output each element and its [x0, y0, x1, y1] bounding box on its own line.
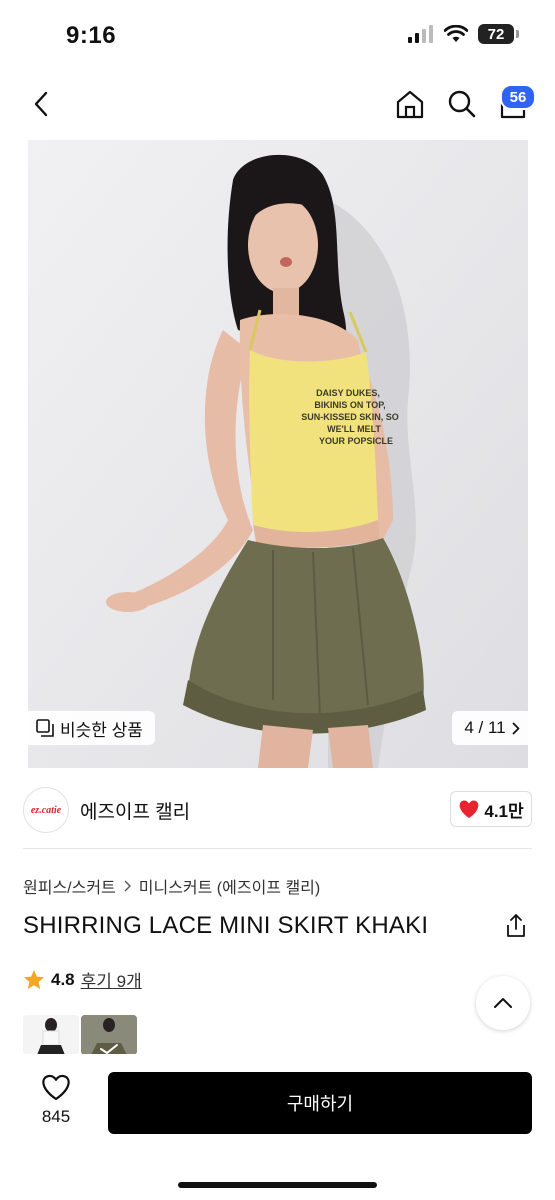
star-icon — [24, 969, 44, 989]
thumbnail-1[interactable] — [23, 1015, 79, 1055]
share-button[interactable] — [504, 913, 528, 944]
model-illustration: DAISY DUKES, BIKINIS ON TOP, SUN-KISSED … — [28, 140, 528, 768]
shirt-text-line-3: SUN-KISSED SKIN, SO — [301, 412, 399, 422]
shop-name[interactable]: 에즈이프 캘리 — [80, 797, 190, 824]
chevron-right-icon — [124, 880, 131, 892]
rating-row: 4.8 후기 9개 — [23, 967, 142, 992]
product-image[interactable]: DAISY DUKES, BIKINIS ON TOP, SUN-KISSED … — [28, 140, 528, 768]
buy-button[interactable]: 구매하기 — [108, 1072, 532, 1134]
shirt-text-line-4: WE'LL MELT — [327, 424, 381, 434]
heart-icon — [460, 800, 479, 818]
review-link[interactable]: 후기 9개 — [81, 967, 142, 992]
shirt-text-line-1: DAISY DUKES, — [316, 388, 380, 398]
similar-icon — [36, 719, 54, 737]
battery-indicator: 72 — [478, 24, 514, 44]
shirt-text-line-5: YOUR POPSICLE — [319, 436, 393, 446]
divider — [23, 848, 532, 849]
image-page-indicator[interactable]: 4 / 11 — [452, 711, 532, 745]
similar-label: 비슷한 상품 — [60, 720, 143, 740]
chevron-up-icon — [494, 998, 512, 1008]
cart-count-badge: 56 — [500, 84, 536, 110]
search-button[interactable] — [444, 86, 480, 122]
shop-logo[interactable]: ez.catie — [23, 787, 69, 833]
back-icon — [34, 91, 48, 117]
breadcrumb-subcategory[interactable]: 미니스커트 (에즈이프 캘리) — [139, 874, 320, 898]
shirt-text-line-2: BIKINIS ON TOP, — [314, 400, 385, 410]
signal-icon — [408, 25, 433, 43]
scroll-top-button[interactable] — [476, 976, 530, 1030]
wishlist-button[interactable]: 845 — [28, 1074, 84, 1127]
thumbnail-2[interactable] — [81, 1015, 137, 1055]
breadcrumb-category[interactable]: 원피스/스커트 — [23, 874, 116, 898]
status-indicators: 72 — [408, 24, 519, 44]
product-title: SHIRRING LACE MINI SKIRT KHAKI — [23, 912, 429, 939]
status-time: 9:16 — [66, 22, 117, 49]
shop-like-count: 4.1만 — [484, 801, 524, 821]
rating-score: 4.8 — [51, 969, 75, 989]
back-button[interactable] — [26, 88, 56, 120]
page-indicator-text: 4 / 11 — [464, 718, 506, 737]
battery-nub — [516, 30, 519, 38]
share-icon — [507, 914, 525, 937]
shop-like-button[interactable]: 4.1만 — [450, 791, 532, 827]
breadcrumb: 원피스/스커트 미니스커트 (에즈이프 캘리) — [23, 874, 320, 898]
wifi-icon — [444, 25, 468, 42]
thumbnail-2-image — [81, 1015, 137, 1055]
search-icon — [448, 90, 476, 118]
heart-outline-icon — [42, 1074, 70, 1101]
chevron-right-icon — [512, 722, 520, 734]
shop-logo-text: ez.catie — [30, 804, 62, 816]
home-icon — [396, 90, 424, 119]
home-indicator — [178, 1182, 377, 1188]
thumbnail-1-image — [23, 1015, 79, 1055]
home-button[interactable] — [392, 86, 428, 122]
similar-products-button[interactable]: 비슷한 상품 — [24, 711, 155, 745]
wishlist-count: 845 — [41, 1107, 71, 1126]
